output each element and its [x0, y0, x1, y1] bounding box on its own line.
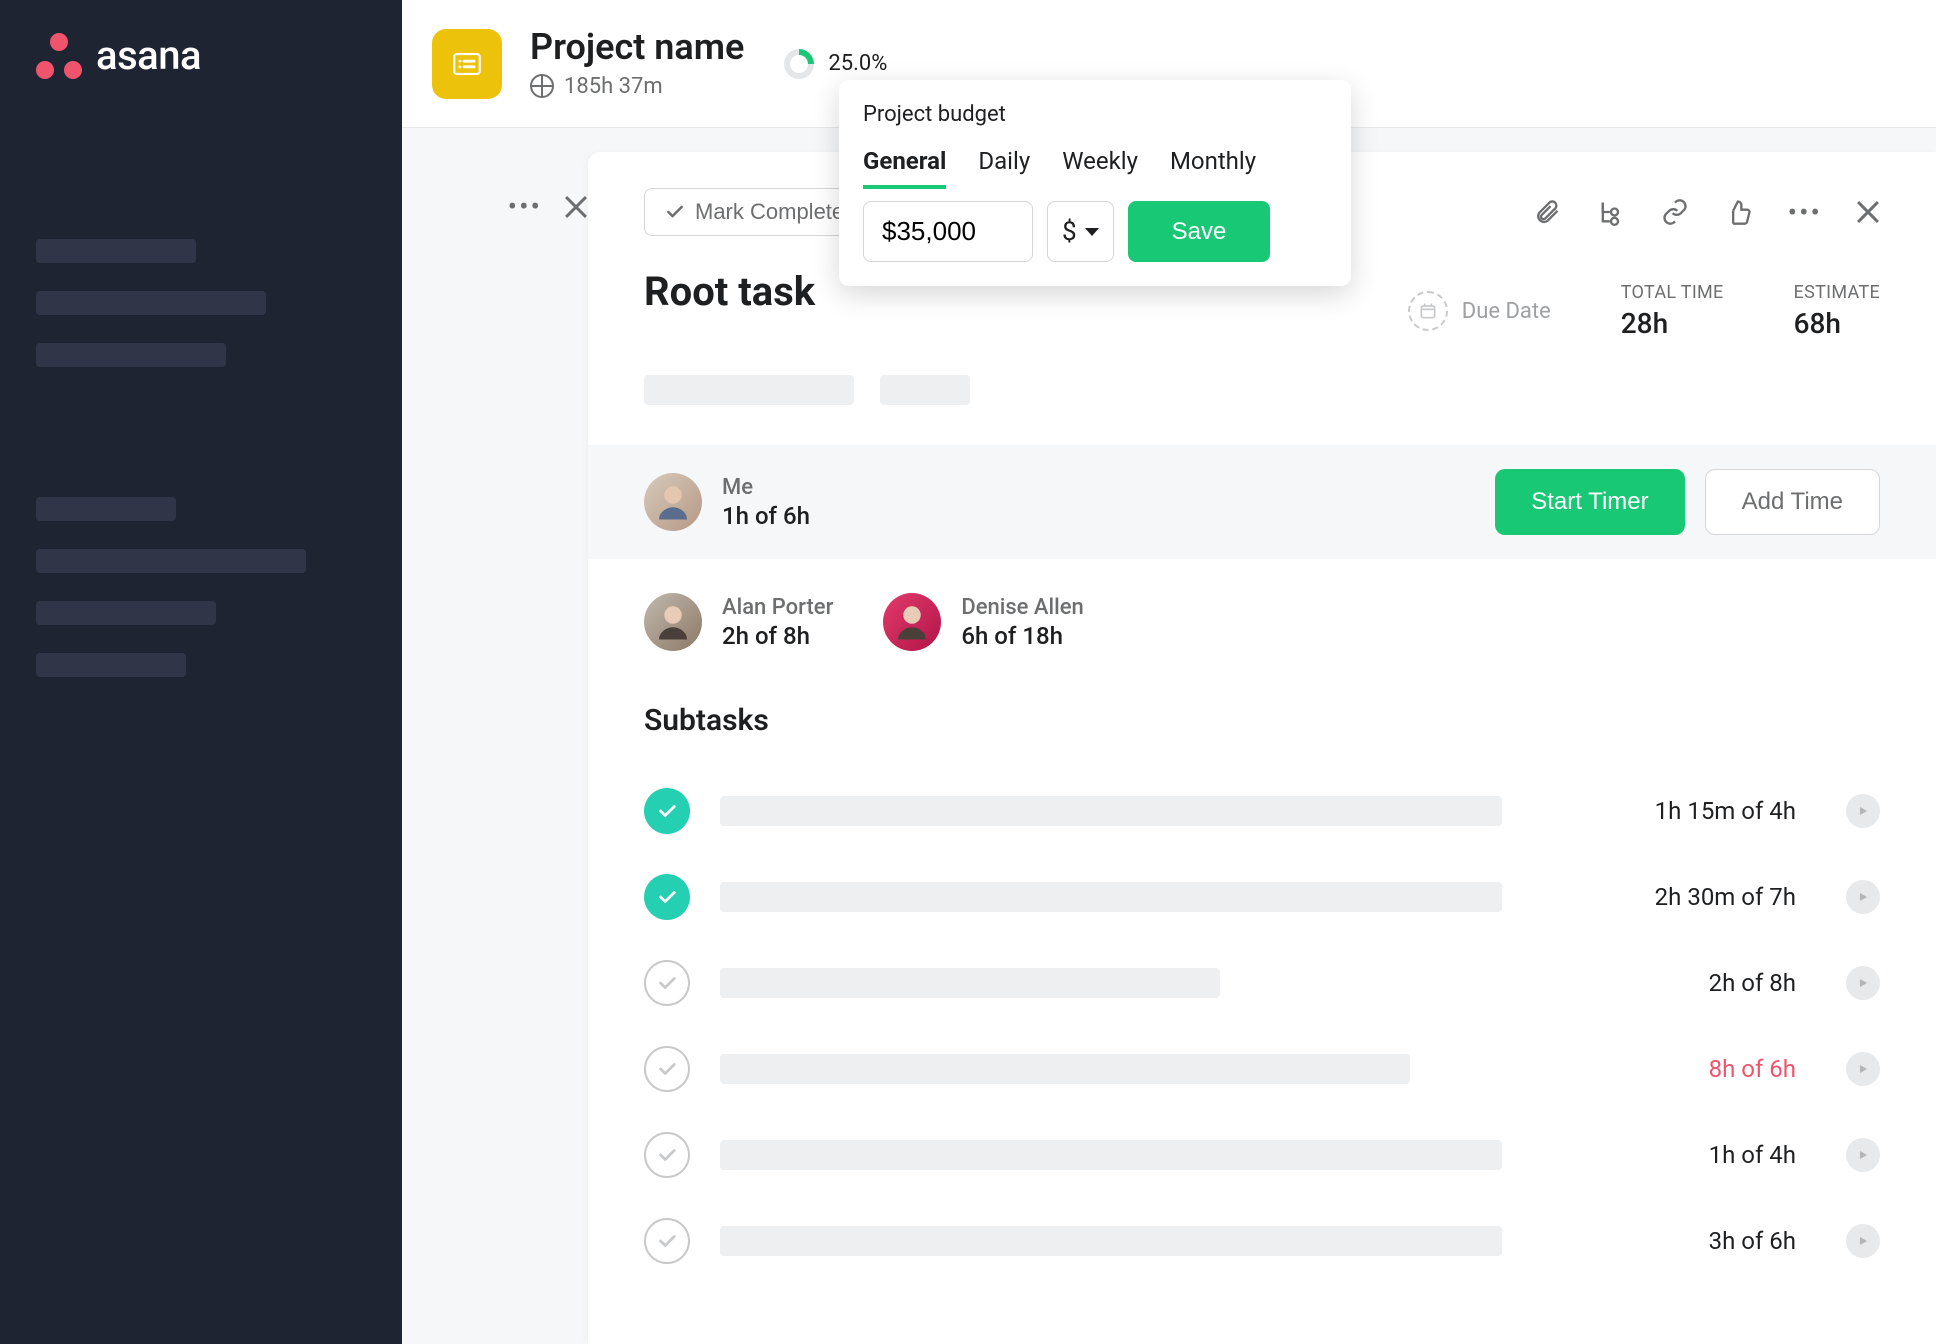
- play-button[interactable]: [1846, 1224, 1880, 1258]
- sidebar: asana: [0, 0, 402, 1344]
- field-placeholder: [644, 375, 854, 405]
- play-button[interactable]: [1846, 1052, 1880, 1086]
- nav-item-placeholder[interactable]: [36, 291, 266, 315]
- complete-toggle[interactable]: [644, 960, 690, 1006]
- subtask-row[interactable]: 1h 15m of 4h: [644, 768, 1880, 854]
- nav-item-placeholder[interactable]: [36, 497, 176, 521]
- play-button[interactable]: [1846, 880, 1880, 914]
- complete-toggle[interactable]: [644, 1132, 690, 1178]
- subtask-row[interactable]: 8h of 6h: [644, 1026, 1880, 1112]
- task-more-icon[interactable]: •••: [1788, 196, 1822, 229]
- app-logo: asana: [36, 32, 366, 79]
- complete-toggle[interactable]: [644, 1218, 690, 1264]
- add-time-button[interactable]: Add Time: [1705, 469, 1880, 535]
- chevron-down-icon: [1085, 228, 1099, 236]
- due-date[interactable]: Due Date: [1408, 291, 1551, 331]
- complete-toggle[interactable]: [644, 788, 690, 834]
- avatar: [644, 593, 702, 651]
- app-name: asana: [96, 32, 201, 79]
- like-icon[interactable]: [1724, 197, 1754, 227]
- subtask-row[interactable]: 2h of 8h: [644, 940, 1880, 1026]
- nav-item-placeholder[interactable]: [36, 601, 216, 625]
- total-time-value: 28h: [1621, 307, 1724, 340]
- nav-item-placeholder[interactable]: [36, 343, 226, 367]
- estimate-label: ESTIMATE: [1794, 282, 1880, 303]
- subtask-title-placeholder: [720, 1140, 1502, 1170]
- subtask-time: 1h of 4h: [1709, 1141, 1796, 1169]
- avatar: [883, 593, 941, 651]
- subtask-title-placeholder: [720, 796, 1502, 826]
- field-placeholder: [880, 375, 970, 405]
- avatar: [644, 473, 702, 531]
- assignee-name: Denise Allen: [961, 595, 1083, 620]
- clock-icon: [530, 74, 554, 98]
- nav-item-placeholder[interactable]: [36, 239, 196, 263]
- task-close-icon[interactable]: [1856, 200, 1880, 224]
- progress-percent: 25.0%: [828, 51, 887, 76]
- play-button[interactable]: [1846, 966, 1880, 1000]
- link-icon[interactable]: [1660, 197, 1690, 227]
- subtask-title-placeholder: [720, 882, 1502, 912]
- assignee-name: Me: [722, 475, 810, 500]
- more-icon[interactable]: •••: [508, 190, 542, 223]
- budget-tab-monthly[interactable]: Monthly: [1170, 147, 1256, 189]
- assignee: Denise Allen 6h of 18h: [883, 593, 1083, 651]
- project-title: Project name: [530, 28, 744, 68]
- popover-title: Project budget: [863, 102, 1327, 127]
- project-progress: 25.0%: [784, 49, 887, 79]
- estimate-value: 68h: [1794, 307, 1880, 340]
- save-button[interactable]: Save: [1128, 201, 1271, 262]
- assignee-time: 2h of 8h: [722, 622, 833, 650]
- calendar-icon: [1408, 291, 1448, 331]
- assignee: Alan Porter 2h of 8h: [644, 593, 833, 651]
- mark-complete-button[interactable]: Mark Complete: [644, 188, 865, 236]
- budget-tab-daily[interactable]: Daily: [978, 147, 1030, 189]
- subtask-title-placeholder: [720, 968, 1220, 998]
- task-panel: Mark Complete •••: [588, 152, 1936, 1344]
- budget-tab-weekly[interactable]: Weekly: [1062, 147, 1138, 189]
- subtask-time: 2h 30m of 7h: [1655, 883, 1796, 911]
- assignee-time: 6h of 18h: [961, 622, 1083, 650]
- currency-select[interactable]: $: [1047, 201, 1114, 262]
- due-date-label: Due Date: [1462, 299, 1551, 324]
- project-time: 185h 37m: [564, 74, 663, 99]
- subtask-title-placeholder: [720, 1226, 1502, 1256]
- mark-complete-label: Mark Complete: [695, 199, 844, 225]
- progress-donut-icon: [784, 49, 814, 79]
- asana-logo-icon: [36, 33, 82, 79]
- subtask-time: 2h of 8h: [1709, 969, 1796, 997]
- nav-item-placeholder[interactable]: [36, 549, 306, 573]
- currency-label: $: [1062, 217, 1077, 247]
- complete-toggle[interactable]: [644, 874, 690, 920]
- assignee-name: Alan Porter: [722, 595, 833, 620]
- subtask-title-placeholder: [720, 1054, 1410, 1084]
- attachment-icon[interactable]: [1532, 197, 1562, 227]
- play-button[interactable]: [1846, 1138, 1880, 1172]
- subtask-row[interactable]: 2h 30m of 7h: [644, 854, 1880, 940]
- budget-tab-general[interactable]: General: [863, 147, 946, 189]
- close-icon[interactable]: [564, 195, 588, 219]
- complete-toggle[interactable]: [644, 1046, 690, 1092]
- assignee-time: 1h of 6h: [722, 502, 810, 530]
- subtask-icon[interactable]: [1596, 197, 1626, 227]
- subtask-time: 3h of 6h: [1709, 1227, 1796, 1255]
- my-time-section: Me 1h of 6h Start Timer Add Time: [588, 445, 1936, 559]
- subtask-row[interactable]: 1h of 4h: [644, 1112, 1880, 1198]
- budget-popover: Project budget General Daily Weekly Monthly…: [839, 80, 1351, 286]
- play-button[interactable]: [1846, 794, 1880, 828]
- start-timer-button[interactable]: Start Timer: [1495, 469, 1684, 535]
- budget-amount-input[interactable]: [863, 201, 1033, 262]
- subtasks-heading: Subtasks: [644, 703, 1880, 738]
- nav-item-placeholder[interactable]: [36, 653, 186, 677]
- subtask-time: 8h of 6h: [1709, 1055, 1796, 1083]
- total-time-label: TOTAL TIME: [1621, 282, 1724, 303]
- subtask-row[interactable]: 3h of 6h: [644, 1198, 1880, 1284]
- subtask-time: 1h 15m of 4h: [1655, 797, 1796, 825]
- project-card-icon: [432, 29, 502, 99]
